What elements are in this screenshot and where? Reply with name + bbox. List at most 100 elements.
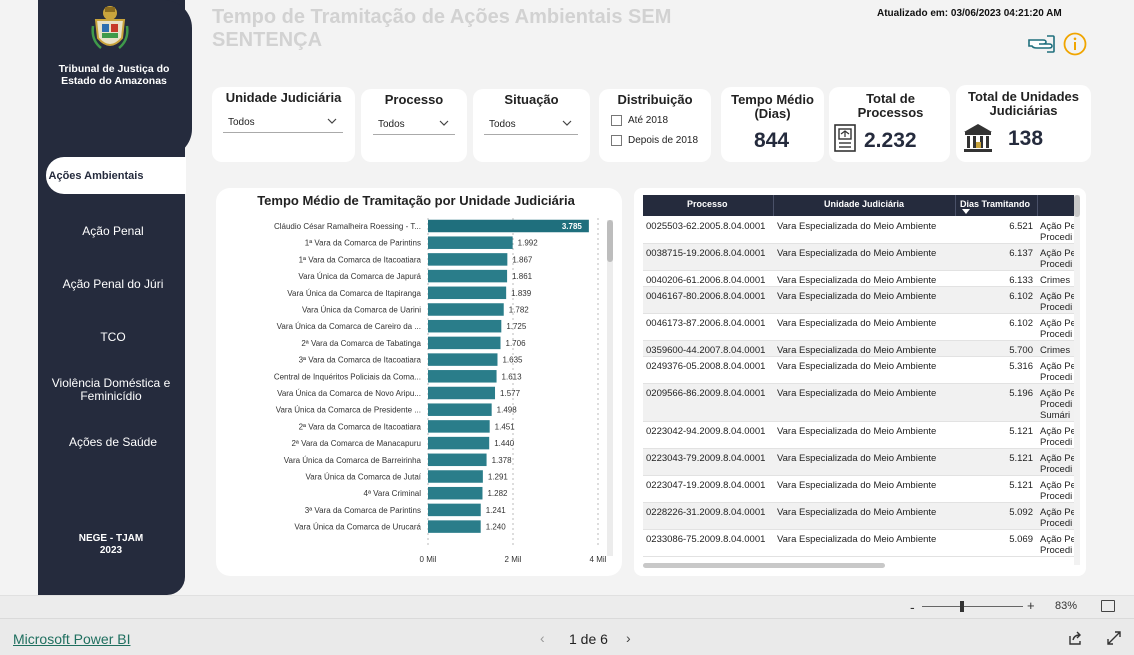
table-row[interactable]: 0223042-94.2009.8.04.0001 Vara Especializ… — [643, 422, 1074, 449]
table-row[interactable]: 0046167-80.2006.8.04.0001 Vara Especializ… — [643, 287, 1074, 314]
table-row[interactable]: 0209566-86.2009.8.04.0001 Vara Especializ… — [643, 384, 1074, 422]
bar-value-label: 1.613 — [502, 372, 523, 381]
category-label: Cláudio César Ramalheira Roessing - T... — [274, 222, 421, 231]
chevron-down-icon — [327, 118, 337, 124]
table-row[interactable]: 0233086-75.2009.8.04.0001 Vara Especializ… — [643, 530, 1074, 557]
situacao-dropdown[interactable]: Todos — [484, 115, 578, 135]
filter-card-distribuicao: Distribuição Até 2018 Depois de 2018 — [599, 89, 711, 162]
checkbox-box[interactable] — [611, 115, 622, 126]
cell-classe-line: Crimes — [1040, 345, 1071, 356]
cell-classe: Crimes — [1040, 275, 1074, 286]
table-row[interactable]: 0040206-61.2006.8.04.0001 Vara Especializ… — [643, 271, 1074, 287]
cell-classe-line: Sumári — [1040, 410, 1071, 421]
bar — [428, 319, 502, 333]
processo-dropdown[interactable]: Todos — [373, 115, 455, 135]
bar — [428, 370, 497, 383]
cell-unidade: Vara Especializada do Meio Ambiente — [777, 318, 937, 329]
category-label: Vara Única da Comarca de Presidente ... — [276, 406, 421, 415]
cell-classe: Ação Pe Procedi — [1040, 534, 1074, 556]
info-icon[interactable] — [1063, 32, 1087, 56]
power-bi-link[interactable]: Microsoft Power BI — [13, 631, 130, 647]
category-label: Vara Única da Comarca de Uarini — [302, 306, 421, 315]
cell-unidade: Vara Especializada do Meio Ambiente — [777, 291, 937, 302]
cell-dias: 6.102 — [1009, 318, 1033, 329]
table-row[interactable]: 0359600-44.2007.8.04.0001 Vara Especializ… — [643, 341, 1074, 357]
cell-unidade: Vara Especializada do Meio Ambiente — [777, 453, 937, 464]
nav-item-tco[interactable]: TCO — [44, 331, 182, 344]
x-tick-label: 0 Mil — [420, 555, 437, 564]
cell-processo: 0233086-75.2009.8.04.0001 — [646, 534, 766, 545]
checkbox-depois-2018[interactable]: Depois de 2018 — [611, 135, 698, 146]
table-row[interactable]: 0046173-87.2006.8.04.0001 Vara Especializ… — [643, 314, 1074, 341]
bar-value-label: 1.498 — [497, 406, 518, 415]
category-label: Vara Única da Comarca de Urucará — [294, 523, 421, 532]
cell-dias: 5.121 — [1009, 426, 1033, 437]
pointing-hand-icon[interactable] — [1027, 31, 1055, 55]
unidade-dropdown[interactable]: Todos — [223, 113, 343, 133]
zoom-slider-track[interactable] — [922, 606, 1023, 607]
nav-item-acao-penal-juri[interactable]: Ação Penal do Júri — [44, 278, 182, 291]
cell-processo: 0249376-05.2008.8.04.0001 — [646, 361, 766, 372]
cell-processo: 0359600-44.2007.8.04.0001 — [646, 345, 766, 356]
table-header: Processo Unidade Judiciária Dias Tramita… — [643, 195, 1077, 216]
cell-classe-line: Ação Pe — [1040, 426, 1074, 437]
table-row[interactable]: 0223047-19.2009.8.04.0001 Vara Especializ… — [643, 476, 1074, 503]
bar — [428, 269, 508, 283]
fullscreen-icon[interactable] — [1106, 630, 1122, 646]
cell-processo: 0038715-19.2006.8.04.0001 — [646, 248, 766, 259]
nav-item-violencia-domestica[interactable]: Violência Doméstica e Feminicídio — [50, 377, 172, 403]
cell-classe-line: Procedi — [1040, 437, 1073, 448]
category-label: 2ª Vara da Comarca de Itacoatiara — [299, 422, 422, 431]
cell-classe-line: Procedi — [1040, 232, 1073, 243]
col-processo[interactable]: Processo — [687, 199, 728, 209]
zoom-in-button[interactable]: + — [1027, 598, 1035, 613]
nav-item-acao-penal[interactable]: Ação Penal — [44, 225, 182, 238]
cell-dias: 5.700 — [1009, 345, 1033, 356]
bar — [428, 403, 492, 416]
filter-title-situacao: Situação — [504, 92, 559, 107]
bar-value-label: 1.839 — [511, 289, 532, 298]
bar — [428, 336, 501, 350]
nav-item-acoes-saude[interactable]: Ações de Saúde — [44, 436, 182, 449]
previous-page-button[interactable]: ‹ — [540, 630, 545, 646]
cell-classe-line: Ação Pe — [1040, 453, 1074, 464]
cell-classe: Ação Pe Procedi Sumári — [1040, 388, 1074, 421]
table-row[interactable]: 0038715-19.2006.8.04.0001 Vara Especializ… — [643, 244, 1074, 271]
checkbox-ate-2018[interactable]: Até 2018 — [611, 115, 668, 126]
filter-title-unidade: Unidade Judiciária — [225, 90, 342, 105]
category-label: 1ª Vara da Comarca de Parintins — [305, 239, 421, 248]
table-row[interactable]: 0223043-79.2009.8.04.0001 Vara Especializ… — [643, 449, 1074, 476]
bar-value-label: 1.240 — [486, 523, 507, 532]
checkbox-box[interactable] — [611, 135, 622, 146]
chart-scroll-thumb — [607, 220, 613, 262]
nav-item-acoes-ambientais-label: Ações Ambientais — [48, 170, 144, 182]
cell-classe-line: Ação Pe — [1040, 388, 1074, 399]
last-updated: Atualizado em: 03/06/2023 04:21:20 AM — [877, 8, 1062, 19]
table-row[interactable]: 0228226-31.2009.8.04.0001 Vara Especializ… — [643, 503, 1074, 530]
kpi-card-processos: Total de Processos 2.232 — [829, 87, 950, 162]
cell-processo: 0046167-80.2006.8.04.0001 — [646, 291, 766, 302]
next-page-button[interactable]: › — [626, 630, 631, 646]
table-row[interactable]: 0025503-62.2005.8.04.0001 Vara Especializ… — [643, 217, 1074, 244]
cell-unidade: Vara Especializada do Meio Ambiente — [777, 388, 937, 399]
share-icon[interactable] — [1067, 630, 1083, 646]
bar — [428, 503, 481, 517]
kpi-value-tempo: 844 — [754, 129, 790, 152]
table-horizontal-scroll-thumb[interactable] — [643, 563, 885, 568]
zoom-slider-thumb[interactable] — [960, 601, 964, 612]
cell-dias: 5.196 — [1009, 388, 1033, 399]
col-dias-sorted[interactable]: Dias Tramitando — [957, 195, 1037, 216]
fit-to-page-icon[interactable] — [1101, 600, 1115, 612]
bar — [428, 453, 487, 467]
category-label: Vara Única da Comarca de Itapiranga — [287, 289, 421, 298]
table-row[interactable]: 0249376-05.2008.8.04.0001 Vara Especializ… — [643, 357, 1074, 384]
bar-value-label: 1.378 — [492, 456, 513, 465]
zoom-out-button[interactable]: - — [910, 599, 915, 615]
col-unidade[interactable]: Unidade Judiciária — [824, 199, 904, 209]
bar — [428, 520, 481, 533]
table-vertical-scrollbar[interactable] — [1074, 195, 1080, 565]
chart-card: Tempo Médio de Tramitação por Unidade Ju… — [216, 188, 622, 576]
cell-processo: 0228226-31.2009.8.04.0001 — [646, 507, 766, 518]
table-vertical-scroll-thumb[interactable] — [1074, 195, 1080, 217]
cell-classe-line: Ação Pe — [1040, 318, 1074, 329]
